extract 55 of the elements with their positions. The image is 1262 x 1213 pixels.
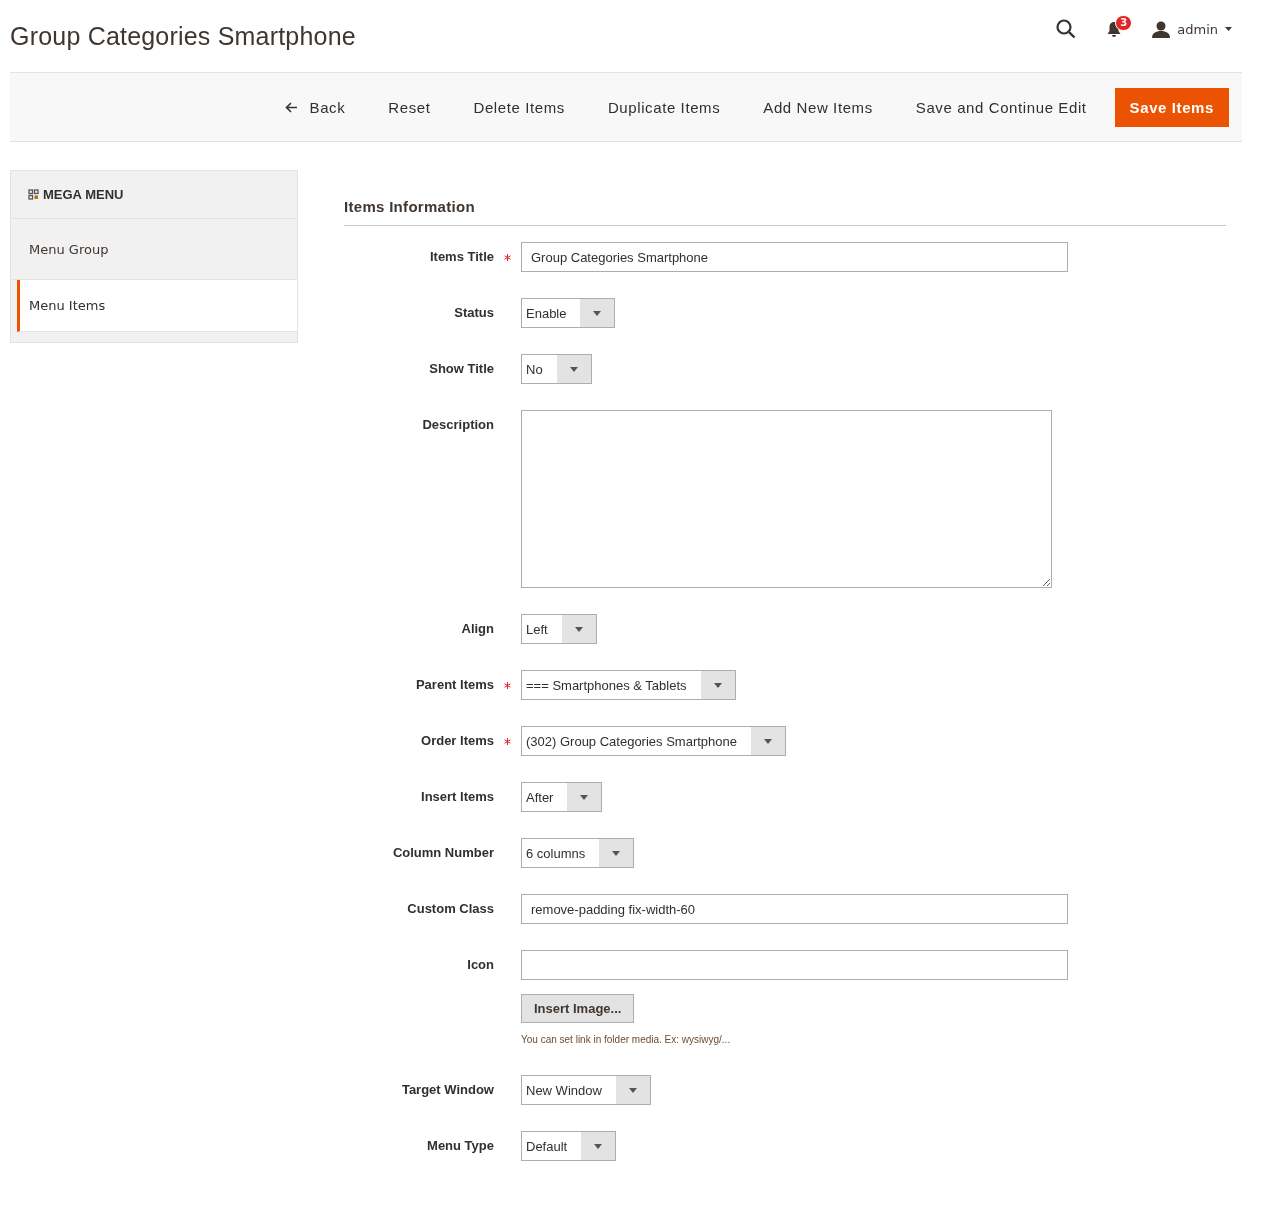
dropdown[interactable]: New Window <box>521 1075 651 1105</box>
toolbar-button[interactable]: Delete Items <box>458 88 580 126</box>
dropdown[interactable]: Default <box>521 1131 617 1161</box>
dropdown[interactable]: 6 columns <box>521 838 635 868</box>
left-arrow-icon <box>284 101 298 113</box>
field-label: Column Number <box>391 844 494 860</box>
search-icon[interactable] <box>1056 19 1077 39</box>
caret-icon <box>593 310 602 316</box>
text-input[interactable]: remove-padding fix-width-60 <box>521 894 1068 924</box>
field-label: Show Title <box>428 360 494 376</box>
caret-icon <box>1225 27 1232 31</box>
field-label: Target Window <box>400 1081 494 1097</box>
back-button[interactable]: Back <box>269 88 361 126</box>
toolbar-button[interactable]: Add New Items <box>748 88 888 126</box>
field-label: Parent Items <box>414 676 494 692</box>
caret-icon <box>574 626 583 632</box>
dropdown[interactable]: === Smartphones & Tablets <box>521 670 736 700</box>
field-label: Items Title <box>428 248 494 264</box>
field-label: Menu Type <box>426 1137 494 1153</box>
user-menu[interactable]: admin <box>1152 20 1232 38</box>
section-title: Items Information <box>344 198 1226 226</box>
field-note: You can set link in folder media. Ex: wysiwyg/... <box>521 1034 732 1045</box>
text-input[interactable] <box>521 950 1068 980</box>
insert-image-button[interactable]: Insert Image... <box>521 994 635 1023</box>
dropdown[interactable]: Enable <box>521 298 616 328</box>
caret-icon <box>580 794 589 800</box>
field-label: Order Items <box>420 732 494 748</box>
caret-icon <box>612 850 621 856</box>
caret-icon <box>713 682 722 688</box>
dropdown[interactable]: After <box>521 782 603 812</box>
save-button[interactable]: Save Items <box>1114 87 1229 127</box>
field-label: Custom Class <box>406 900 494 916</box>
caret-icon <box>764 738 772 744</box>
field-label: Icon <box>466 956 494 972</box>
bell-icon[interactable] <box>1106 20 1123 38</box>
sidebar-item[interactable]: Menu Items <box>17 280 297 332</box>
user-icon <box>1152 20 1171 38</box>
toolbar-button[interactable]: Reset <box>373 88 446 126</box>
dropdown[interactable]: No <box>521 354 592 384</box>
field-label: Align <box>460 620 494 636</box>
caret-icon <box>594 1143 603 1149</box>
notification-badge: 3 <box>1115 14 1133 31</box>
caret-icon <box>628 1087 637 1093</box>
grid-icon <box>28 189 39 200</box>
sidebar-title: MEGA MENU <box>43 187 124 202</box>
text-input[interactable]: Group Categories Smartphone <box>521 242 1068 272</box>
field-label: Insert Items <box>420 788 494 804</box>
field-label: Status <box>453 304 494 320</box>
toolbar-button[interactable]: Duplicate Items <box>592 88 736 126</box>
caret-icon <box>569 366 578 372</box>
page-title: Group Categories Smartphone <box>10 21 356 51</box>
toolbar-button[interactable]: Save and Continue Edit <box>900 88 1102 126</box>
dropdown[interactable]: (302) Group Categories Smartphone <box>521 726 786 756</box>
dropdown[interactable]: Left <box>521 614 597 644</box>
field-label: Description <box>421 416 494 432</box>
